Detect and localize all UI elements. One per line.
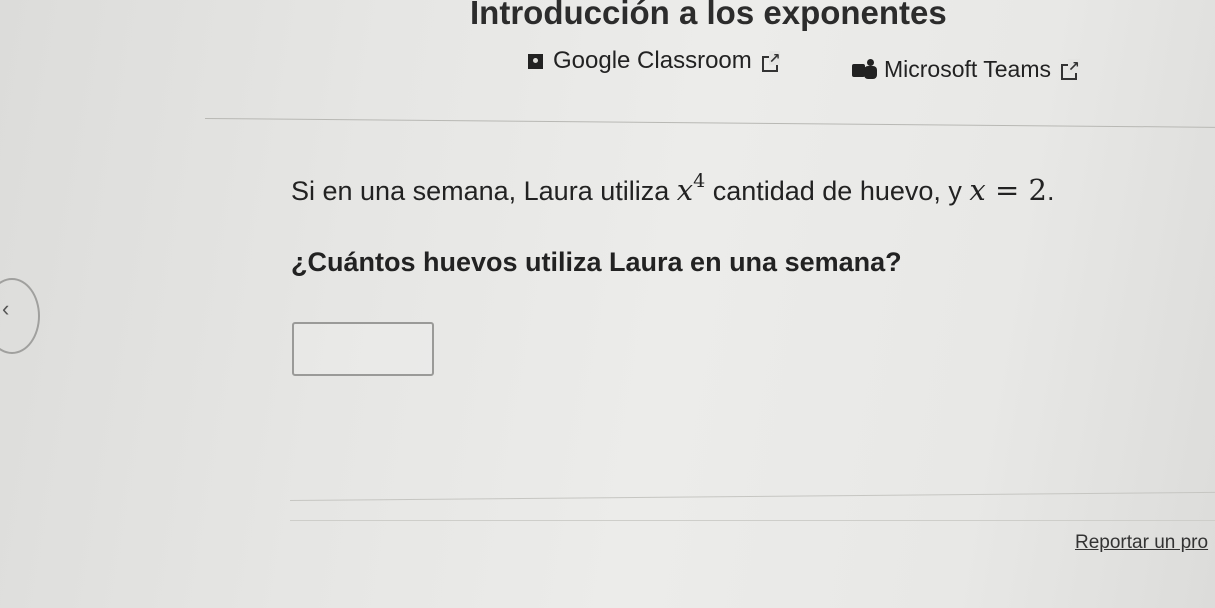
question-text-before: Si en una semana, Laura utiliza <box>291 176 677 206</box>
question-text-end: . <box>1046 176 1055 206</box>
google-classroom-label: Google Classroom <box>553 47 752 74</box>
microsoft-teams-share-link[interactable]: Microsoft Teams ↗ <box>852 56 1080 83</box>
chevron-left-icon: ‹ <box>2 296 10 321</box>
header-divider <box>204 118 1215 128</box>
answer-input[interactable] <box>292 322 434 376</box>
microsoft-teams-icon <box>852 58 878 79</box>
footer-divider-secondary <box>290 520 1215 521</box>
footer-divider <box>289 491 1215 501</box>
external-link-icon: ↗ <box>1061 59 1080 80</box>
google-classroom-share-link[interactable]: Google Classroom ↗ <box>528 47 781 75</box>
report-problem-link[interactable]: Reportar un pro <box>1075 532 1208 554</box>
page-title: Introducción a los exponentes <box>470 0 947 31</box>
math-equation-value: = 2 <box>985 173 1047 207</box>
question-statement: Si en una semana, Laura utiliza x4 canti… <box>291 170 1054 207</box>
question-text-middle: cantidad de huevo, y <box>705 176 970 206</box>
external-link-icon: ↗ <box>761 50 781 72</box>
question-prompt: ¿Cuántos huevos utiliza Laura en una sem… <box>291 247 902 277</box>
math-variable-x: x <box>969 173 986 207</box>
microsoft-teams-label: Microsoft Teams <box>884 56 1052 82</box>
google-classroom-icon <box>528 53 543 69</box>
math-expression-x4: x4 <box>676 170 706 207</box>
